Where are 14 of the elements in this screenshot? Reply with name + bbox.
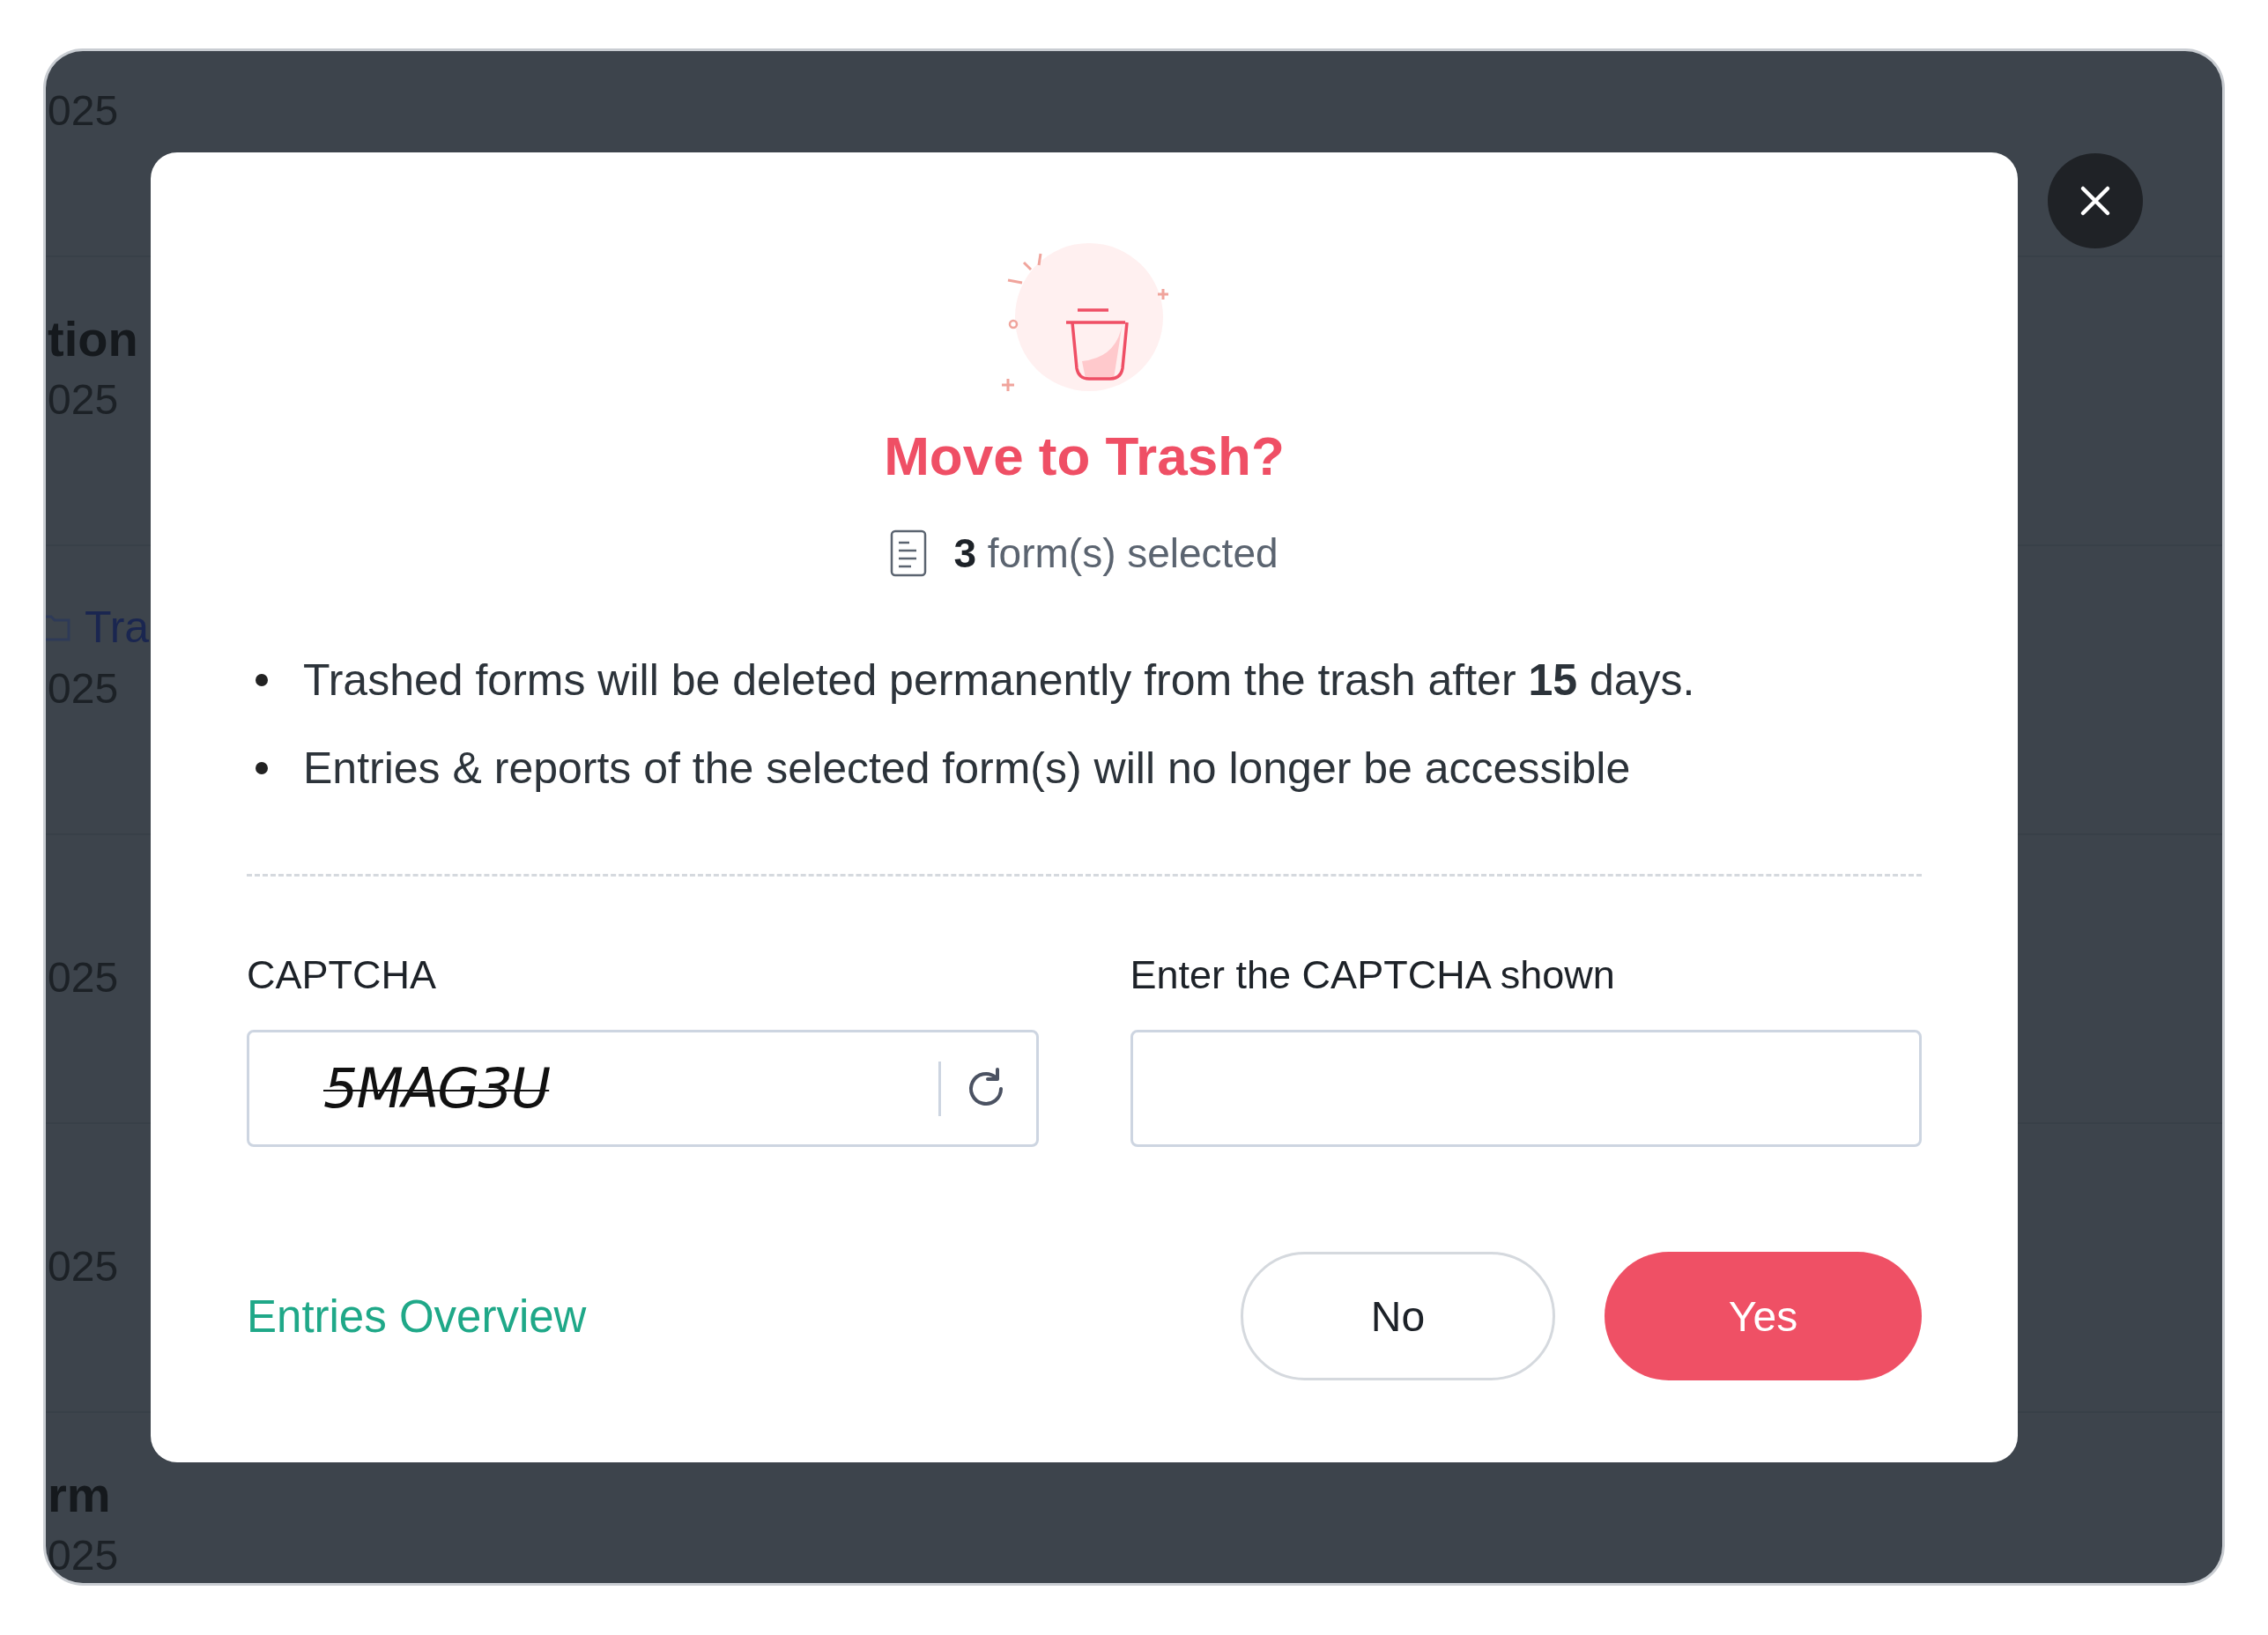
captcha-text: 5MAG3U: [323, 1056, 550, 1121]
note-text: Entries & reports of the selected form(s) will no longer be accessible: [303, 743, 1631, 795]
selection-count: 3 form(s) selected: [953, 529, 1279, 577]
field-label: Enter the CAPTCHA shown: [1130, 951, 1616, 999]
captcha-input[interactable]: [1130, 1030, 1922, 1147]
bullet-icon: [256, 762, 268, 774]
entries-overview-link[interactable]: Entries Overview: [247, 1290, 587, 1343]
document-icon: [890, 529, 928, 577]
note-text: Trashed forms will be deleted permanently from the trash after 15 days.: [303, 655, 1695, 707]
confirm-button[interactable]: Yes: [1605, 1252, 1922, 1380]
bullet-icon: [256, 674, 268, 686]
field-label: CAPTCHA: [247, 951, 438, 999]
cancel-button[interactable]: No: [1241, 1252, 1555, 1380]
dialog-title: Move to Trash?: [883, 425, 1286, 488]
